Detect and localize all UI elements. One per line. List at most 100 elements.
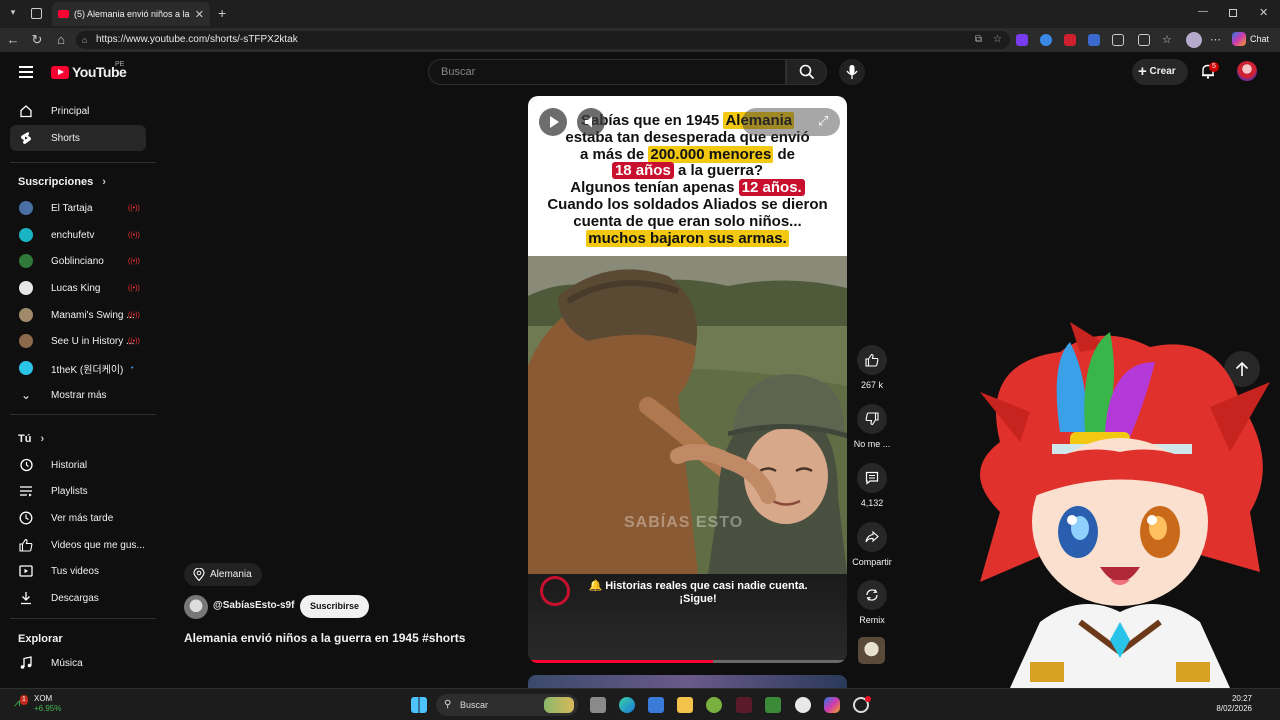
comments-button[interactable]: 4,132 bbox=[852, 463, 892, 508]
live-indicator-icon: ((•)) bbox=[128, 284, 140, 292]
favorites-icon[interactable]: ☆ bbox=[1162, 34, 1174, 46]
history-icon bbox=[20, 458, 33, 472]
more-options-icon[interactable]: ⋯ bbox=[1210, 34, 1222, 46]
extension-icon[interactable] bbox=[1064, 34, 1076, 46]
reload-button[interactable]: ↻ bbox=[29, 32, 45, 48]
subscription-item[interactable]: El Tartaja ((•)) bbox=[10, 195, 146, 221]
video-bottom-text: 🔔 Historias reales que casi nadie cuenta… bbox=[558, 580, 838, 606]
edge-browser-icon[interactable] bbox=[619, 697, 635, 713]
fullscreen-button[interactable]: ⤢ bbox=[742, 108, 840, 136]
volume-button[interactable] bbox=[577, 108, 605, 136]
channel-avatar[interactable] bbox=[184, 595, 208, 619]
back-button[interactable]: ← bbox=[5, 32, 21, 48]
sidebar-item-downloads[interactable]: Descargas bbox=[10, 585, 146, 611]
create-button[interactable]: + Crear bbox=[1132, 59, 1188, 85]
url-field[interactable]: ⌂ https://www.youtube.com/shorts/-sTFPX2… bbox=[76, 31, 1010, 49]
copilot-chat-button[interactable]: Chat bbox=[1232, 32, 1269, 46]
browser-tab[interactable]: (5) Alemania envió niños a la guerra ✕ bbox=[52, 2, 210, 26]
account-avatar[interactable] bbox=[1237, 61, 1257, 81]
extension-icon[interactable] bbox=[1016, 34, 1028, 46]
video-progress-bar[interactable] bbox=[528, 660, 847, 663]
you-heading[interactable]: Tú › bbox=[18, 433, 44, 445]
sidebar-item-music[interactable]: Música bbox=[10, 650, 146, 676]
subscription-item[interactable]: Lucas King ((•)) bbox=[10, 275, 146, 301]
voice-search-button[interactable] bbox=[839, 59, 865, 85]
open-in-app-icon[interactable]: ⧉ bbox=[975, 31, 982, 49]
play-button[interactable] bbox=[539, 108, 567, 136]
search-input[interactable]: Buscar bbox=[428, 59, 786, 85]
shorts-video-player[interactable]: Sabías que en 1945 Alemania estaba tan d… bbox=[528, 96, 847, 663]
search-highlight-icon bbox=[544, 697, 574, 713]
dislike-label: No me ... bbox=[853, 439, 891, 449]
store-icon[interactable] bbox=[648, 697, 664, 713]
microphone-icon bbox=[846, 65, 858, 79]
minecraft-icon[interactable] bbox=[765, 697, 781, 713]
thumbs-up-icon bbox=[19, 538, 33, 552]
workspaces-icon[interactable] bbox=[31, 8, 42, 19]
dislike-button[interactable]: No me ... bbox=[852, 404, 892, 449]
sidebar-item-liked-videos[interactable]: Videos que me gus... bbox=[10, 532, 146, 558]
extensions-puzzle-icon[interactable] bbox=[1112, 34, 1124, 46]
subscription-item[interactable]: enchufetv ((•)) bbox=[10, 222, 146, 248]
channel-name[interactable]: @SabíasEsto-s9f bbox=[213, 600, 294, 611]
subscriptions-heading[interactable]: Suscripciones › bbox=[18, 176, 106, 188]
sidebar-item-principal[interactable]: Principal bbox=[10, 98, 146, 124]
tab-close-icon[interactable]: ✕ bbox=[195, 8, 204, 21]
copilot-icon[interactable] bbox=[824, 697, 840, 713]
restore-button[interactable] bbox=[1229, 9, 1237, 17]
close-window-button[interactable]: ✕ bbox=[1259, 6, 1268, 19]
caption-text: a más de bbox=[580, 145, 649, 163]
remix-icon bbox=[866, 589, 878, 601]
windows-taskbar: 1 ⩘ XOM +6.95% ⚲ Buscar 20:27 8/02/2026 bbox=[0, 688, 1280, 720]
address-bar-row: ← ↻ ⌂ ⌂ https://www.youtube.com/shorts/-… bbox=[0, 28, 1280, 52]
like-button[interactable]: 267 k bbox=[852, 345, 892, 390]
you-title: Tú bbox=[18, 433, 32, 445]
windows-start-icon[interactable] bbox=[411, 697, 427, 713]
sidebar-item-historial[interactable]: Historial bbox=[10, 452, 146, 478]
menu-icon[interactable] bbox=[19, 66, 33, 78]
show-more-button[interactable]: ⌄ Mostrar más bbox=[10, 382, 146, 408]
translate-icon[interactable] bbox=[1088, 34, 1100, 46]
location-chip[interactable]: Alemania bbox=[184, 563, 262, 586]
share-arrow-icon bbox=[865, 530, 879, 543]
profile-avatar-icon[interactable] bbox=[1186, 32, 1202, 48]
task-view-icon[interactable] bbox=[590, 697, 606, 713]
subscribe-button[interactable]: Suscribirse bbox=[300, 595, 369, 618]
chat-app-icon[interactable] bbox=[795, 697, 811, 713]
vtuber-avatar-overlay bbox=[960, 322, 1280, 688]
remix-button[interactable]: Remix bbox=[852, 580, 892, 625]
next-video-preview[interactable] bbox=[528, 675, 847, 688]
favorite-star-icon[interactable]: ☆ bbox=[993, 31, 1002, 49]
stock-widget[interactable]: 1 ⩘ XOM +6.95% bbox=[14, 694, 61, 714]
sidebar-item-playlists[interactable]: Playlists bbox=[10, 478, 146, 504]
sidebar-item-watch-later[interactable]: Ver más tarde bbox=[10, 505, 146, 531]
home-button[interactable]: ⌂ bbox=[53, 32, 69, 48]
app-icon[interactable] bbox=[736, 697, 752, 713]
clock-date: 8/02/2026 bbox=[1216, 704, 1252, 713]
taskbar-search[interactable]: ⚲ Buscar bbox=[436, 694, 578, 716]
xbox-icon[interactable] bbox=[706, 697, 722, 713]
subscription-item[interactable]: Goblinciano ((•)) bbox=[10, 248, 146, 274]
extension-icon[interactable] bbox=[1040, 34, 1052, 46]
new-tab-button[interactable]: + bbox=[218, 5, 226, 21]
minimize-button[interactable]: — bbox=[1198, 6, 1208, 17]
youtube-logo[interactable]: YouTube PE bbox=[51, 61, 127, 80]
site-info-icon[interactable]: ⌂ bbox=[82, 31, 87, 49]
split-screen-icon[interactable] bbox=[1138, 34, 1150, 46]
tab-list-chevron-icon[interactable]: ▾ bbox=[6, 7, 20, 21]
video-progress-fill bbox=[528, 660, 714, 663]
subscription-item[interactable]: 1theK (원더케이) • bbox=[10, 355, 146, 381]
search-button[interactable] bbox=[786, 59, 827, 85]
audio-source-thumbnail[interactable] bbox=[858, 637, 885, 664]
channel-avatar bbox=[19, 281, 33, 295]
sidebar-item-your-videos[interactable]: Tus videos bbox=[10, 558, 146, 584]
subscription-item[interactable]: See U in History ... ((•)) bbox=[10, 328, 146, 354]
subscription-item[interactable]: Manami's Swing ... ((•)) bbox=[10, 302, 146, 328]
sidebar-item-shorts[interactable]: Shorts bbox=[10, 125, 146, 151]
caption-highlight: 18 años bbox=[611, 162, 674, 180]
volume-icon bbox=[585, 116, 592, 128]
sidebar-item-label: Descargas bbox=[51, 592, 99, 604]
system-clock[interactable]: 20:27 8/02/2026 bbox=[1210, 694, 1252, 714]
file-explorer-icon[interactable] bbox=[677, 697, 693, 713]
share-button[interactable]: Compartir bbox=[848, 522, 896, 567]
